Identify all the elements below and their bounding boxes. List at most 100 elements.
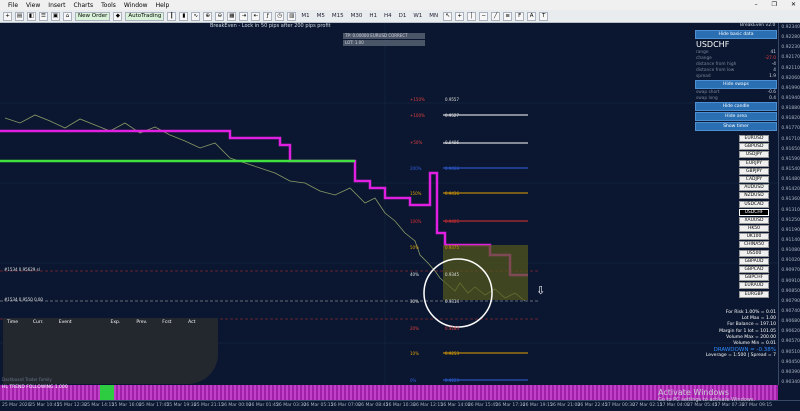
menu-help[interactable]: Help xyxy=(156,2,170,9)
tf-h4[interactable]: H4 xyxy=(382,13,394,19)
symbol-button-gbpusd[interactable]: GBPUSD xyxy=(739,143,769,151)
price-tick: 0.90850 xyxy=(781,288,800,294)
symbol-button-euraud[interactable]: EURAUD xyxy=(739,282,769,290)
symbol-button-gbpchf[interactable]: GBPCHF xyxy=(739,274,769,282)
symbol-button-us500[interactable]: US500 xyxy=(739,249,769,257)
tf-mn[interactable]: MN xyxy=(427,13,440,19)
chart-shift-icon[interactable]: ⇤ xyxy=(251,11,261,21)
menu-window[interactable]: Window xyxy=(124,2,148,9)
market-watch-icon[interactable]: ◧ xyxy=(27,11,36,21)
symbol-button-eurusd[interactable]: EURUSD xyxy=(739,135,769,142)
symbol-button-xauusd[interactable]: XAUUSD xyxy=(739,216,769,224)
symbol-button-nzdusd[interactable]: NZDUSD xyxy=(739,192,769,200)
symbol-button-china50[interactable]: CHINA50 xyxy=(739,241,769,249)
menu-view[interactable]: View xyxy=(26,2,40,9)
time-tick: 25 Mar 10:45 xyxy=(29,403,60,408)
new-order-button[interactable]: New Order xyxy=(75,11,111,21)
tf-d1[interactable]: D1 xyxy=(397,13,409,19)
hide-area-button[interactable]: Hide area xyxy=(695,112,777,121)
symbol-button-gbpcad[interactable]: GBPCAD xyxy=(739,266,769,273)
tf-w1[interactable]: W1 xyxy=(411,13,424,19)
fibonacci-icon[interactable]: F xyxy=(515,11,525,21)
level-val: 0.9405 xyxy=(445,219,459,224)
symbol-button-gbpaud[interactable]: GBPAUD xyxy=(739,257,769,265)
menu-file[interactable]: File xyxy=(8,2,18,9)
menu-charts[interactable]: Charts xyxy=(74,2,94,9)
price-tick: 0.90970 xyxy=(781,268,800,274)
time-tick: 26 Mar 07:00 xyxy=(330,403,361,408)
new-chart-icon[interactable]: + xyxy=(3,11,12,21)
periods-icon[interactable]: ◷ xyxy=(275,11,285,21)
price-tick: 0.91420 xyxy=(781,187,800,193)
tf-m1[interactable]: M1 xyxy=(299,13,311,19)
price-tick: 0.92170 xyxy=(781,55,800,61)
horizontal-line-icon[interactable]: ─ xyxy=(479,11,489,21)
tf-h1[interactable]: H1 xyxy=(367,13,379,19)
news-panel: Time Curr. Event Exp. Prev. Fcst Act xyxy=(3,318,218,384)
level-pct: 30% xyxy=(410,299,419,304)
terminal-icon[interactable]: ▣ xyxy=(51,11,60,21)
symbol-button-usdchf[interactable]: USDCHF xyxy=(739,208,769,216)
level-val: 0.9284 xyxy=(445,326,459,331)
price-tick: 0.91880 xyxy=(781,106,800,112)
symbol-button-hk50[interactable]: HK50 xyxy=(739,225,769,233)
symbol-button-eurjpy[interactable]: EURJPY xyxy=(739,159,769,167)
text-icon[interactable]: A xyxy=(527,11,537,21)
zoom-in-icon[interactable]: ⊕ xyxy=(203,11,213,21)
symbol-button-usdjpy[interactable]: USDJPY xyxy=(739,151,769,159)
symbol-button-gbpjpy[interactable]: GBPJPY xyxy=(739,167,769,175)
restore-icon[interactable]: ❐ xyxy=(772,1,777,8)
show-timer-button[interactable]: Show timer xyxy=(695,122,777,131)
time-tick: 26 Mar 21:00 xyxy=(550,403,581,408)
menu-insert[interactable]: Insert xyxy=(48,2,65,9)
tester-icon[interactable]: ⌂ xyxy=(63,11,72,21)
tf-m5[interactable]: M5 xyxy=(315,13,327,19)
time-tick: 27 Mar 02:15 xyxy=(632,403,663,408)
templates-icon[interactable]: ▥ xyxy=(287,11,297,21)
time-tick: 25 Mar 17:45 xyxy=(139,403,170,408)
tile-icon[interactable]: ▦ xyxy=(227,11,237,21)
trendline-icon[interactable]: ╱ xyxy=(491,11,501,21)
vertical-line-icon[interactable]: │ xyxy=(467,11,477,21)
indicators-icon[interactable]: ƒ xyxy=(263,11,273,21)
hide-swaps-button[interactable]: Hide swaps xyxy=(695,80,777,89)
menu-tools[interactable]: Tools xyxy=(101,2,116,9)
level-val: 0.9496 xyxy=(445,140,459,145)
time-tick: 26 Mar 15:45 xyxy=(467,403,498,408)
symbol-button-eurgbp[interactable]: EURGBP xyxy=(739,290,769,298)
symbol-button-usdcad[interactable]: USDCAD xyxy=(739,200,769,208)
line-chart-icon[interactable]: ∿ xyxy=(191,11,201,21)
minimize-icon[interactable]: – xyxy=(755,1,758,8)
symbol-button-uk100[interactable]: UK100 xyxy=(739,233,769,241)
crosshair-icon[interactable]: + xyxy=(455,11,465,21)
level-pct: 150% xyxy=(410,191,422,196)
label-icon[interactable]: T xyxy=(539,11,549,21)
close-icon[interactable]: ✕ xyxy=(791,1,796,8)
toolbar: + ▤ ◧ ☰ ▣ ⌂ New Order ◆ AutoTrading ┃ ▮ … xyxy=(0,10,800,23)
cursor-icon[interactable]: ↖ xyxy=(443,11,453,21)
hide-candle-button[interactable]: Hide candle xyxy=(695,102,777,111)
profiles-icon[interactable]: ▤ xyxy=(15,11,24,21)
order-mark-entry: #1534 0.9550 0.00 xyxy=(4,297,43,302)
time-tick: 27 Mar 04:00 xyxy=(659,403,690,408)
tf-m30[interactable]: M30 xyxy=(349,13,365,19)
navigator-icon[interactable]: ☰ xyxy=(39,11,48,21)
metaeditor-icon[interactable]: ◆ xyxy=(113,11,123,21)
price-tick: 0.91540 xyxy=(781,167,800,172)
tf-m15[interactable]: M15 xyxy=(330,13,346,19)
channel-icon[interactable]: ≡ xyxy=(503,11,513,21)
zoom-out-icon[interactable]: ⊖ xyxy=(215,11,225,21)
bar-chart-icon[interactable]: ┃ xyxy=(167,11,177,21)
symbol-button-cadjpy[interactable]: CADJPY xyxy=(739,175,769,183)
time-tick: 25 Mar 21:15 xyxy=(193,403,224,408)
candle-chart-icon[interactable]: ▮ xyxy=(179,11,189,21)
autoscroll-icon[interactable]: ⇥ xyxy=(239,11,249,21)
time-tick: 26 Mar 10:30 xyxy=(385,403,416,408)
symbol-button-audusd[interactable]: AUDUSD xyxy=(739,184,769,192)
price-tick: 0.92340 xyxy=(781,25,800,30)
hide-basic-data-button[interactable]: Hide basic data xyxy=(695,30,777,39)
level-pct: 0% xyxy=(410,378,417,383)
arrow-down-icon: ⇩ xyxy=(536,284,546,297)
auto-trading-button[interactable]: AutoTrading xyxy=(125,11,165,21)
level-pct: 200% xyxy=(410,166,422,171)
